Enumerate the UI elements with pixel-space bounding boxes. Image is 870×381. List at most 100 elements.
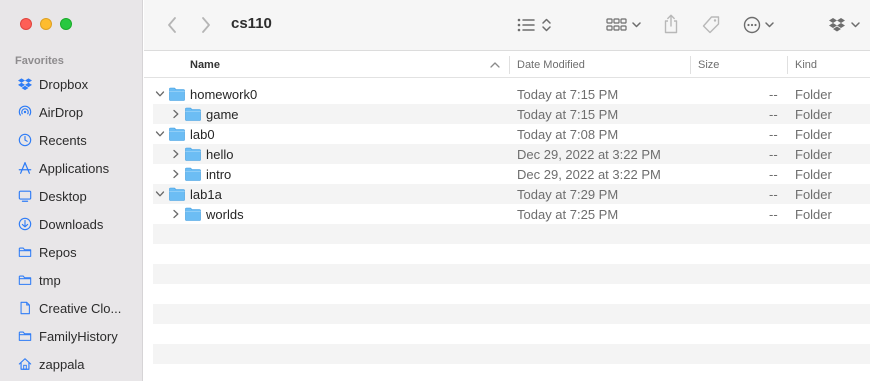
- date-modified: Today at 7:25 PM: [517, 207, 619, 222]
- file-size: --: [769, 167, 778, 182]
- tag-button[interactable]: [700, 14, 722, 36]
- file-name: hello: [206, 147, 234, 162]
- empty-row: [153, 264, 870, 284]
- file-size: --: [769, 207, 778, 222]
- folder-icon: [185, 167, 201, 181]
- table-row[interactable]: intro Dec 29, 2022 at 3:22 PM -- Folder: [153, 164, 870, 184]
- sidebar-item-applications[interactable]: Applications: [0, 154, 143, 182]
- home-icon: [18, 357, 32, 371]
- grid-group-icon: [606, 18, 641, 31]
- sidebar-item-label: Dropbox: [39, 76, 89, 92]
- empty-row: [153, 224, 870, 244]
- toolbar: cs110: [144, 0, 870, 51]
- desktop-icon: [18, 189, 32, 203]
- close-window-button[interactable]: [20, 18, 32, 30]
- date-column-header[interactable]: Date Modified: [517, 52, 585, 78]
- sort-ascending-icon: [490, 59, 500, 71]
- kind-column-header[interactable]: Kind: [795, 52, 817, 78]
- folder-icon: [185, 147, 201, 161]
- date-modified: Today at 7:29 PM: [517, 187, 619, 202]
- file-name: lab1a: [190, 187, 222, 202]
- chevron-right-icon[interactable]: [171, 209, 181, 219]
- table-row[interactable]: homework0 Today at 7:15 PM -- Folder: [153, 84, 870, 104]
- sidebar-item-desktop[interactable]: Desktop: [0, 182, 143, 210]
- chevron-right-icon: [202, 17, 210, 33]
- empty-row: [153, 324, 870, 344]
- folder-icon: [18, 273, 32, 287]
- table-row[interactable]: worlds Today at 7:25 PM -- Folder: [153, 204, 870, 224]
- zoom-window-button[interactable]: [60, 18, 72, 30]
- downloads-icon: [18, 217, 32, 231]
- dropbox-icon: [18, 77, 32, 91]
- sidebar-item-creative-clo[interactable]: Creative Clo...: [0, 294, 143, 322]
- chevron-right-icon[interactable]: [171, 149, 181, 159]
- date-modified: Dec 29, 2022 at 3:22 PM: [517, 147, 661, 162]
- sidebar-item-label: Desktop: [39, 188, 87, 204]
- sidebar-item-recents[interactable]: Recents: [0, 126, 143, 154]
- kind-column-label: Kind: [795, 59, 818, 71]
- sidebar-list: Dropbox AirDrop Recents Applications Desktop…: [0, 70, 143, 378]
- column-header: Name Date Modified Size Kind: [144, 52, 870, 78]
- date-modified: Today at 7:08 PM: [517, 127, 619, 142]
- sidebar-item-label: FamilyHistory: [39, 328, 118, 344]
- file-kind: Folder: [795, 127, 832, 142]
- sidebar-item-label: Downloads: [39, 216, 104, 232]
- file-kind: Folder: [795, 107, 832, 122]
- date-modified: Today at 7:15 PM: [517, 107, 619, 122]
- table-row[interactable]: hello Dec 29, 2022 at 3:22 PM -- Folder: [153, 144, 870, 164]
- file-size: --: [769, 87, 778, 102]
- sidebar-item-label: Recents: [39, 132, 87, 148]
- column-divider[interactable]: [690, 56, 691, 74]
- file-kind: Folder: [795, 87, 832, 102]
- chevron-down-icon[interactable]: [155, 189, 165, 199]
- more-actions-button[interactable]: [742, 15, 778, 35]
- folder-icon: [169, 127, 185, 141]
- name-column-header[interactable]: Name: [190, 52, 220, 78]
- file-name: game: [206, 107, 239, 122]
- size-column-label: Size: [698, 59, 720, 71]
- chevron-right-icon[interactable]: [171, 109, 181, 119]
- sidebar-item-dropbox[interactable]: Dropbox: [0, 70, 143, 98]
- dropbox-menu-button[interactable]: [828, 15, 864, 35]
- ellipsis-circle-icon: [743, 16, 774, 34]
- file-size: --: [769, 147, 778, 162]
- sidebar-item-label: Creative Clo...: [39, 300, 122, 316]
- table-row[interactable]: lab0 Today at 7:08 PM -- Folder: [153, 124, 870, 144]
- table-row[interactable]: game Today at 7:15 PM -- Folder: [153, 104, 870, 124]
- chevron-right-icon[interactable]: [171, 169, 181, 179]
- applications-icon: [18, 161, 32, 175]
- column-divider[interactable]: [509, 56, 510, 74]
- date-column-label: Date Modified: [517, 59, 585, 71]
- empty-row: [153, 244, 870, 264]
- column-divider[interactable]: [787, 56, 788, 74]
- sidebar-item-familyhistory[interactable]: FamilyHistory: [0, 322, 143, 350]
- chevron-down-icon[interactable]: [155, 129, 165, 139]
- share-button[interactable]: [661, 13, 681, 35]
- view-options-button[interactable]: [516, 15, 556, 35]
- favorites-header: Favorites: [15, 55, 64, 67]
- sidebar-item-airdrop[interactable]: AirDrop: [0, 98, 143, 126]
- file-size: --: [769, 107, 778, 122]
- chevron-down-icon[interactable]: [155, 89, 165, 99]
- folder-icon: [185, 107, 201, 121]
- forward-button[interactable]: [196, 15, 216, 35]
- minimize-window-button[interactable]: [40, 18, 52, 30]
- empty-row: [153, 284, 870, 304]
- list-view-icon: [517, 18, 551, 32]
- sidebar: Favorites Dropbox AirDrop Recents Applicati…: [0, 0, 143, 381]
- folder-icon: [18, 245, 32, 259]
- sidebar-item-repos[interactable]: Repos: [0, 238, 143, 266]
- sidebar-item-downloads[interactable]: Downloads: [0, 210, 143, 238]
- window-controls: [20, 18, 72, 30]
- table-row[interactable]: lab1a Today at 7:29 PM -- Folder: [153, 184, 870, 204]
- size-column-header[interactable]: Size: [698, 52, 719, 78]
- file-kind: Folder: [795, 167, 832, 182]
- file-size: --: [769, 187, 778, 202]
- sidebar-item-tmp[interactable]: tmp: [0, 266, 143, 294]
- folder-icon: [185, 207, 201, 221]
- sidebar-item-label: Repos: [39, 244, 77, 260]
- group-button[interactable]: [605, 15, 643, 35]
- back-button[interactable]: [162, 15, 182, 35]
- sidebar-item-label: AirDrop: [39, 104, 84, 120]
- sidebar-item-zappala[interactable]: zappala: [0, 350, 143, 378]
